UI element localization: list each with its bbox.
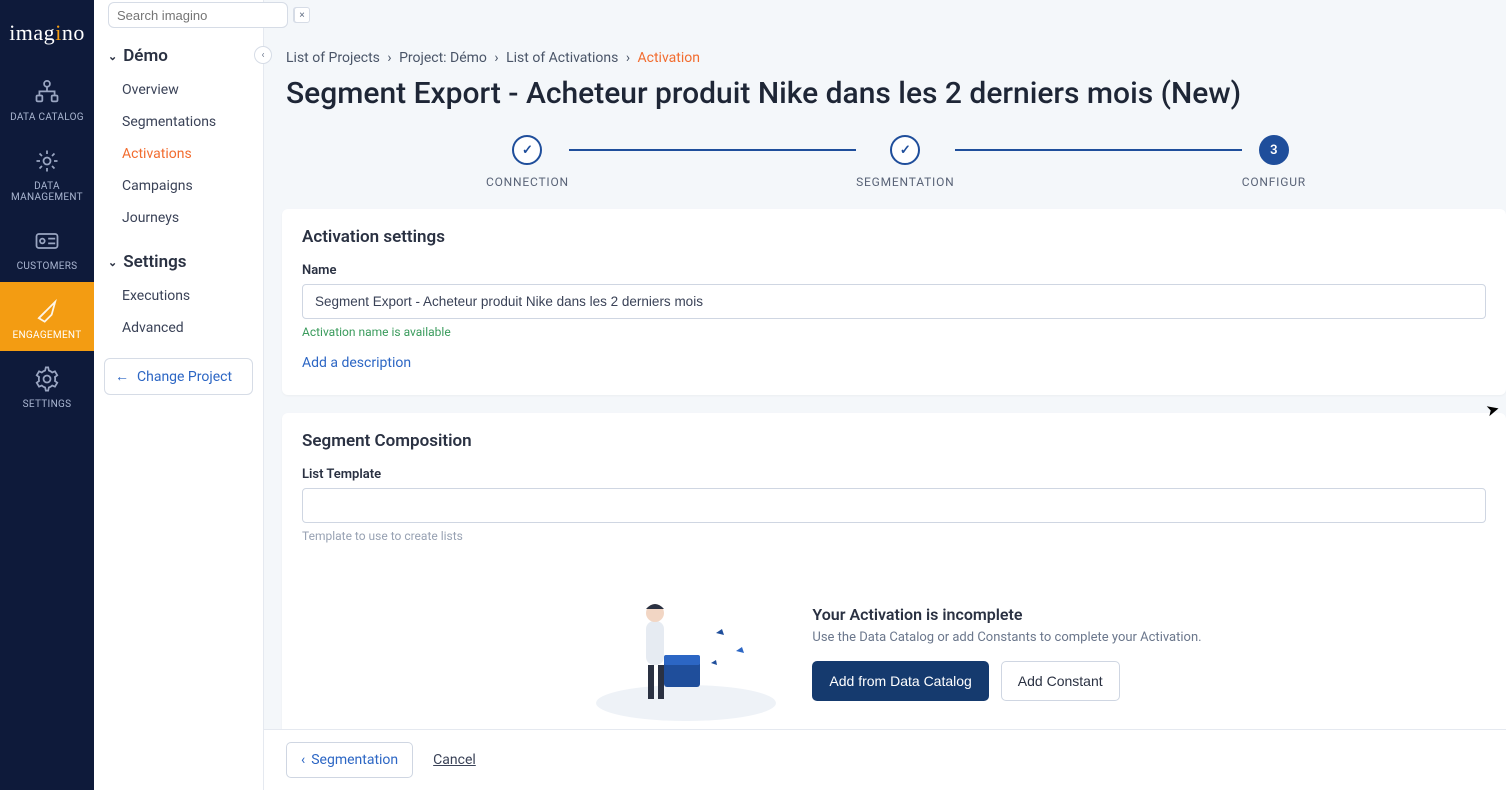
sidebar-item-advanced[interactable]: Advanced [94, 312, 263, 344]
rail-item-engagement[interactable]: ENGAGEMENT [0, 282, 94, 351]
name-label: Name [302, 263, 1486, 278]
empty-illustration [586, 583, 786, 723]
back-label: Segmentation [311, 752, 398, 768]
rail-label: DATA CATALOG [10, 112, 84, 123]
primary-rail: imagino DATA CATALOG DATA MANAGEMENT CUS… [0, 0, 94, 790]
footer-bar: ‹ Segmentation Cancel [264, 729, 1506, 790]
list-template-helper: Template to use to create lists [302, 529, 1486, 543]
secondary-sidebar: ‹ ⌄ Démo Overview Segmentations Activati… [94, 0, 264, 790]
rail-item-settings[interactable]: SETTINGS [0, 351, 94, 420]
segment-composition-panel: Segment Composition List Template Templa… [282, 413, 1506, 783]
brand-logo: imagino [9, 20, 85, 46]
sidebar-group-label: Settings [123, 252, 186, 272]
rail-label: ENGAGEMENT [13, 330, 82, 341]
step-label: CONNECTION [486, 175, 569, 189]
stepper: ✓ CONNECTION ✓ SEGMENTATION 3 CONFIGUR [286, 135, 1506, 189]
arrow-left-icon: ← [115, 368, 129, 385]
panel-heading: Activation settings [302, 227, 1486, 247]
sidebar-item-journeys[interactable]: Journeys [94, 202, 263, 234]
breadcrumb-item[interactable]: Project: Démo [399, 50, 487, 66]
add-from-catalog-button[interactable]: Add from Data Catalog [812, 661, 988, 701]
sidebar-item-campaigns[interactable]: Campaigns [94, 170, 263, 202]
breadcrumb-current: Activation [638, 50, 700, 66]
list-template-label: List Template [302, 467, 1486, 482]
add-constant-button[interactable]: Add Constant [1001, 661, 1120, 701]
rail-label: SETTINGS [23, 399, 72, 410]
step-configuration[interactable]: 3 CONFIGUR [1242, 135, 1306, 189]
sidebar-group-label: Démo [123, 46, 168, 66]
empty-subtitle: Use the Data Catalog or add Constants to… [812, 630, 1201, 645]
step-label: SEGMENTATION [856, 175, 954, 189]
step-number-icon: 3 [1259, 135, 1289, 165]
main-content: List of Projects › Project: Démo › List … [264, 0, 1506, 790]
name-availability-helper: Activation name is available [302, 325, 1486, 339]
empty-title: Your Activation is incomplete [812, 605, 1201, 624]
change-project-label: Change Project [137, 369, 232, 385]
breadcrumb-item[interactable]: List of Activations [506, 50, 618, 66]
list-template-input[interactable] [302, 488, 1486, 523]
step-connection[interactable]: ✓ CONNECTION [486, 135, 569, 189]
rail-item-data-management[interactable]: DATA MANAGEMENT [0, 133, 94, 213]
customers-icon [33, 227, 61, 255]
sidebar-item-executions[interactable]: Executions [94, 280, 263, 312]
settings-icon [33, 365, 61, 393]
rail-label: CUSTOMERS [17, 261, 78, 272]
chevron-left-icon: ‹ [301, 752, 305, 768]
empty-state: Your Activation is incomplete Use the Da… [302, 543, 1486, 733]
step-check-icon: ✓ [512, 135, 542, 165]
sidebar-item-overview[interactable]: Overview [94, 74, 263, 106]
sidebar-group-demo[interactable]: ⌄ Démo [94, 38, 263, 74]
sidebar-item-activations[interactable]: Activations [94, 138, 263, 170]
panel-heading: Segment Composition [302, 431, 1486, 451]
step-line [569, 149, 856, 151]
search-field[interactable]: × [108, 2, 288, 28]
breadcrumb-item[interactable]: List of Projects [286, 50, 380, 66]
change-project-button[interactable]: ← Change Project [104, 358, 253, 395]
sidebar-item-segmentations[interactable]: Segmentations [94, 106, 263, 138]
step-segmentation[interactable]: ✓ SEGMENTATION [856, 135, 954, 189]
chevron-down-icon: ⌄ [108, 256, 117, 269]
step-line [955, 149, 1242, 151]
empty-text: Your Activation is incomplete Use the Da… [812, 605, 1201, 701]
activation-settings-panel: Activation settings Name Activation name… [282, 209, 1506, 395]
step-check-icon: ✓ [890, 135, 920, 165]
add-description-link[interactable]: Add a description [302, 355, 411, 371]
rail-item-customers[interactable]: CUSTOMERS [0, 213, 94, 282]
step-label: CONFIGUR [1242, 175, 1306, 189]
activation-name-input[interactable] [302, 284, 1486, 319]
page-title: Segment Export - Acheteur produit Nike d… [286, 76, 1506, 111]
breadcrumb: List of Projects › Project: Démo › List … [286, 50, 1506, 66]
catalog-icon [33, 78, 61, 106]
cancel-link[interactable]: Cancel [433, 752, 476, 768]
sidebar-group-settings[interactable]: ⌄ Settings [94, 244, 263, 280]
engagement-icon [33, 296, 61, 324]
rail-label: DATA MANAGEMENT [11, 181, 83, 203]
rail-item-data-catalog[interactable]: DATA CATALOG [0, 64, 94, 133]
management-icon [33, 147, 61, 175]
chevron-down-icon: ⌄ [108, 50, 117, 63]
back-segmentation-button[interactable]: ‹ Segmentation [286, 742, 413, 778]
